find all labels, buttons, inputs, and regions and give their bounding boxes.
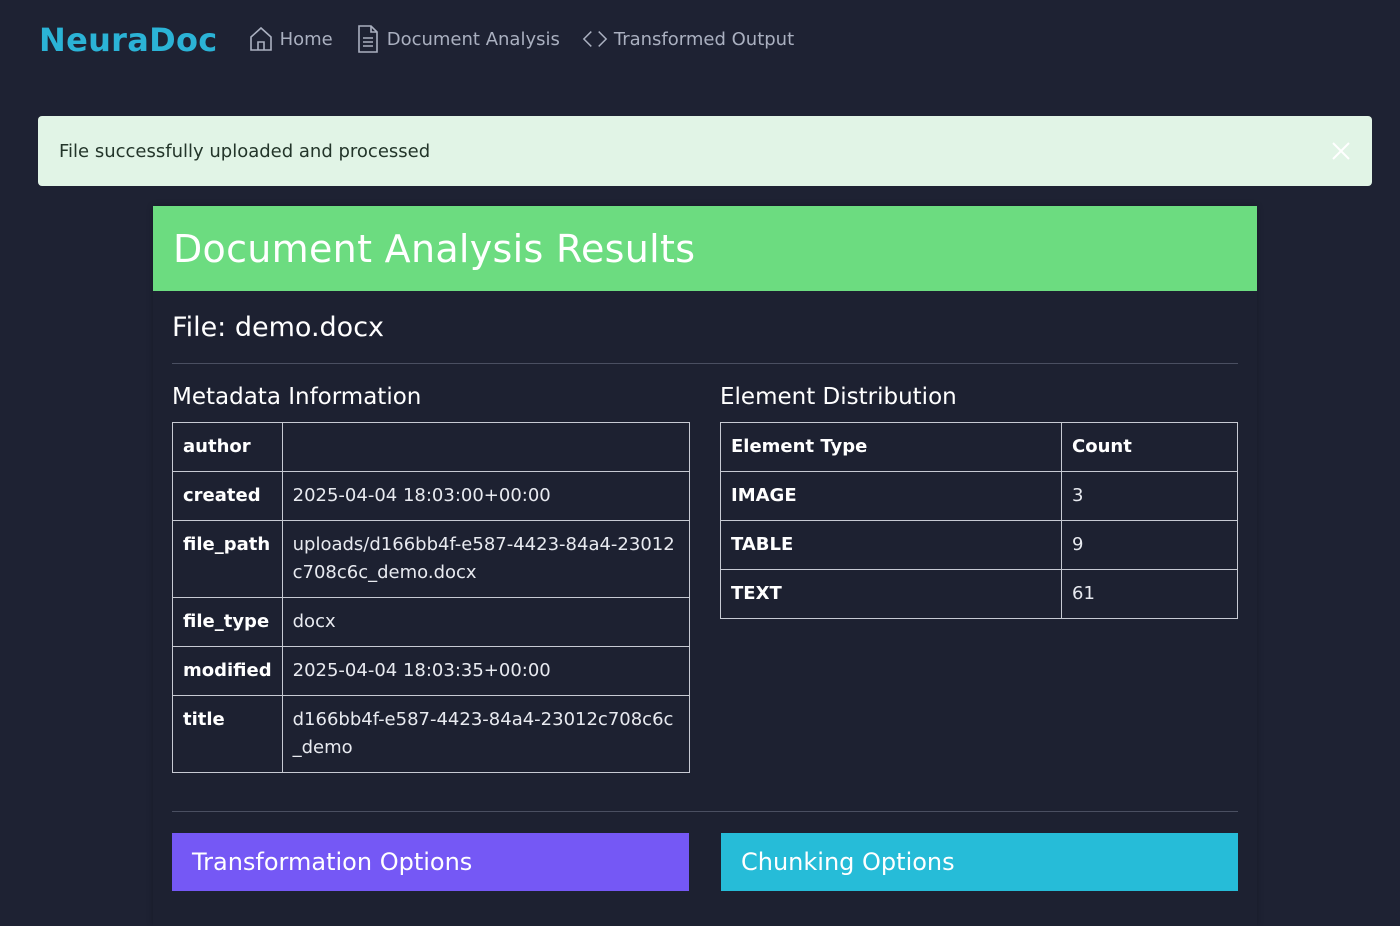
home-icon (248, 25, 274, 53)
count-cell: 3 (1061, 471, 1238, 521)
nav-link-home[interactable]: Home (248, 25, 333, 53)
analysis-results-card: Document Analysis Results File: demo.doc… (153, 206, 1257, 926)
table-row: TEXT 61 (720, 569, 1238, 619)
element-type-cell: TABLE (720, 520, 1062, 570)
metadata-key: file_type (172, 597, 283, 647)
table-row: created 2025-04-04 18:03:00+00:00 (172, 471, 691, 521)
distribution-section: Element Distribution Element Type Count … (720, 384, 1238, 773)
nav-link-label: Home (279, 28, 333, 50)
distribution-table: Element Type Count IMAGE 3 TABLE 9 TEXT … (720, 422, 1238, 619)
brand-logo[interactable]: NeuraDoc (39, 21, 218, 59)
column-header-element-type: Element Type (720, 422, 1062, 472)
document-icon (355, 25, 381, 53)
page-title: Document Analysis Results (173, 226, 696, 271)
table-row: modified 2025-04-04 18:03:35+00:00 (172, 646, 691, 696)
metadata-value: 2025-04-04 18:03:00+00:00 (281, 471, 691, 521)
transformation-options-button[interactable]: Transformation Options (172, 833, 689, 891)
metadata-key: title (172, 695, 283, 773)
nav-link-label: Transformed Output (613, 28, 795, 50)
table-row: file_path uploads/d166bb4f-e587-4423-84a… (172, 520, 691, 598)
metadata-title: Metadata Information (172, 384, 422, 410)
count-cell: 9 (1061, 520, 1238, 570)
table-row: author (172, 422, 691, 472)
metadata-section: Metadata Information author created 2025… (172, 384, 691, 773)
metadata-value: d166bb4f-e587-4423-84a4-23012c708c6c_dem… (281, 695, 691, 773)
file-heading: File: demo.docx (172, 312, 385, 343)
table-header-row: Element Type Count (720, 422, 1238, 472)
distribution-title: Element Distribution (720, 384, 957, 410)
count-cell: 61 (1061, 569, 1238, 619)
nav-link-label: Document Analysis (386, 28, 560, 50)
table-row: TABLE 9 (720, 520, 1238, 570)
code-icon (582, 25, 608, 53)
column-header-count: Count (1061, 422, 1238, 472)
metadata-table: author created 2025-04-04 18:03:00+00:00… (172, 422, 691, 773)
metadata-value: uploads/d166bb4f-e587-4423-84a4-23012c70… (281, 520, 691, 598)
top-navbar: NeuraDoc Home Document Analysis Transfor… (0, 0, 1400, 78)
options-row: Transformation Options Chunking Options (172, 812, 1238, 891)
metadata-key: created (172, 471, 283, 521)
metadata-value (281, 422, 691, 472)
element-type-cell: TEXT (720, 569, 1062, 619)
success-alert: File successfully uploaded and processed (38, 116, 1372, 186)
metadata-value: 2025-04-04 18:03:35+00:00 (281, 646, 691, 696)
info-columns: Metadata Information author created 2025… (172, 364, 1238, 773)
table-row: file_type docx (172, 597, 691, 647)
nav-link-transformed-output[interactable]: Transformed Output (582, 25, 794, 53)
table-row: title d166bb4f-e587-4423-84a4-23012c708c… (172, 695, 691, 773)
card-body: File: demo.docx Metadata Information aut… (153, 291, 1257, 891)
metadata-key: file_path (172, 520, 283, 598)
alert-message: File successfully uploaded and processed (59, 140, 431, 162)
table-row: IMAGE 3 (720, 471, 1238, 521)
nav-link-document-analysis[interactable]: Document Analysis (355, 25, 560, 53)
metadata-key: modified (172, 646, 283, 696)
chunking-options-button[interactable]: Chunking Options (721, 833, 1238, 891)
close-icon[interactable] (1330, 140, 1352, 162)
element-type-cell: IMAGE (720, 471, 1062, 521)
metadata-value: docx (281, 597, 691, 647)
metadata-key: author (172, 422, 283, 472)
card-header: Document Analysis Results (153, 206, 1257, 291)
